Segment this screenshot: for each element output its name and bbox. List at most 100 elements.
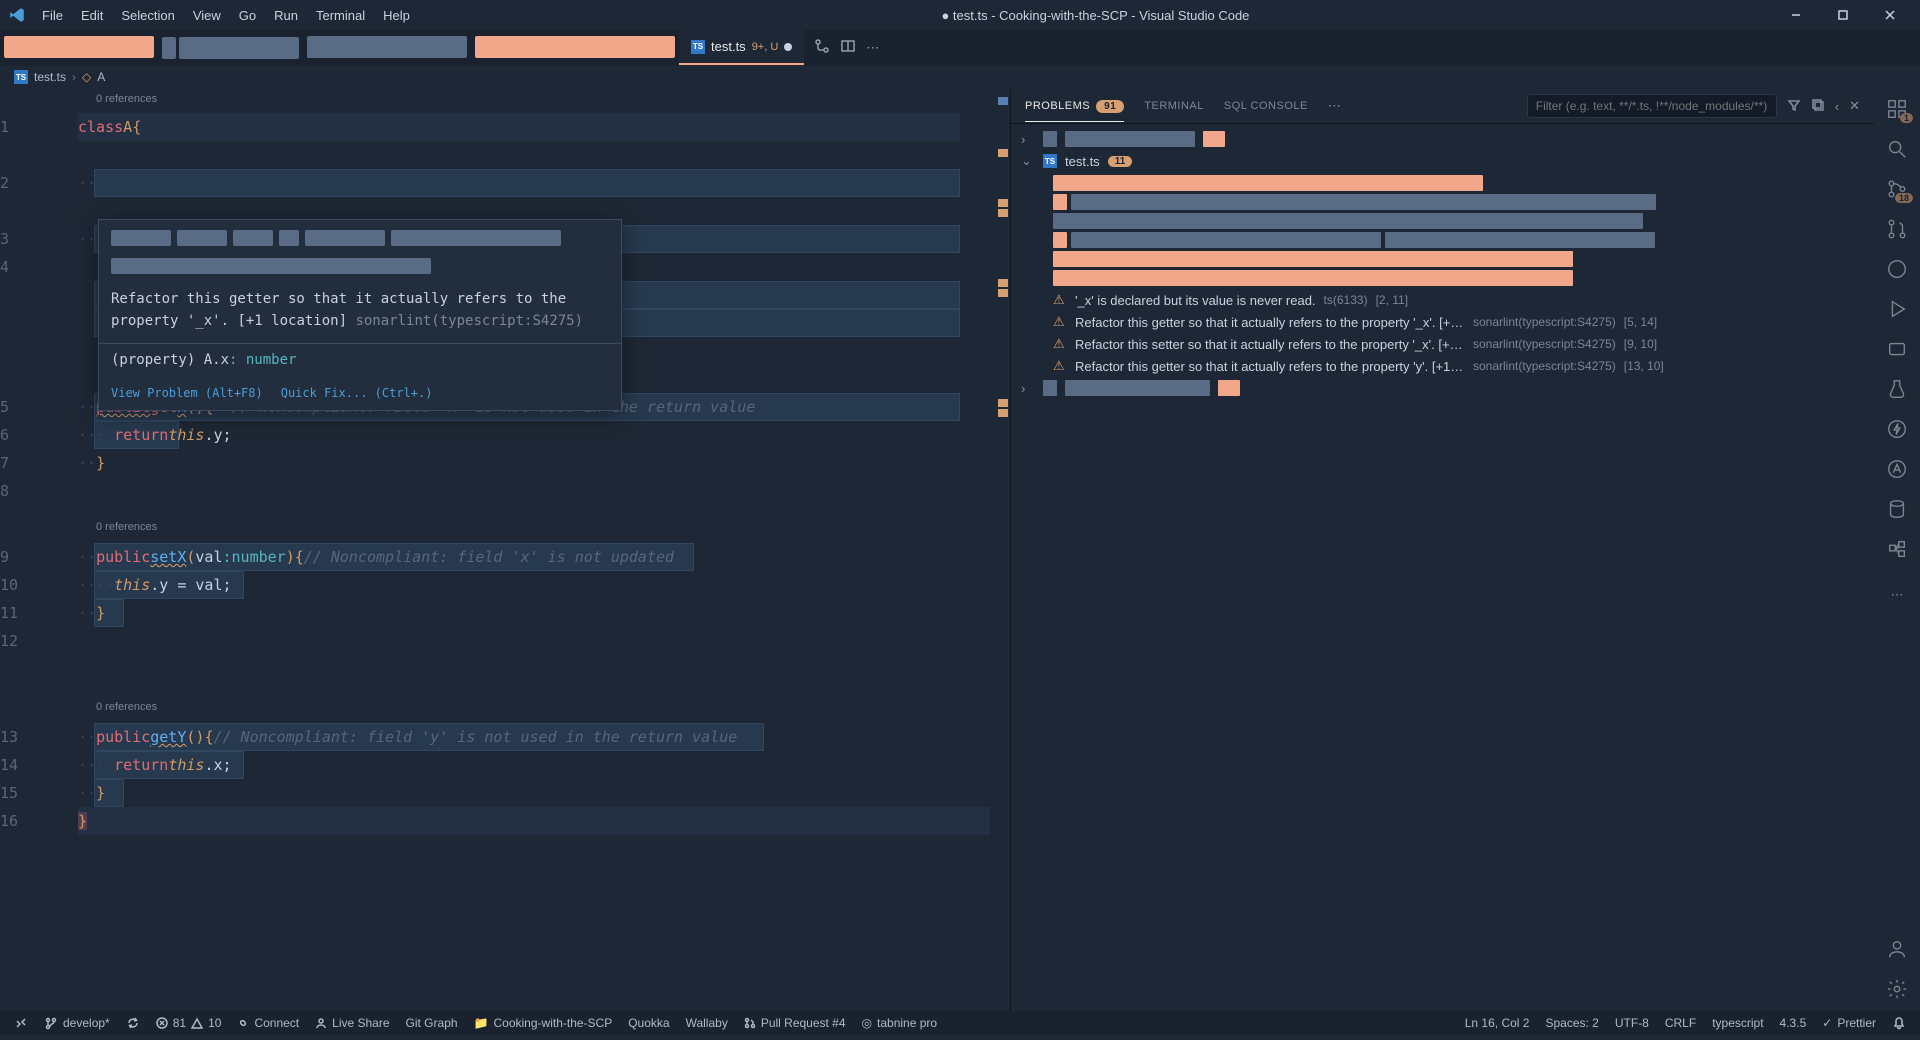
problems-summary[interactable]: 81 10 (148, 1016, 230, 1030)
more-icon[interactable]: ⋯ (866, 40, 879, 56)
typescript-file-icon: TS (691, 40, 705, 54)
close-button[interactable] (1867, 0, 1912, 30)
line-number: 6 (0, 421, 70, 449)
line-number: 14 (0, 751, 70, 779)
collapse-all-icon[interactable] (1811, 98, 1825, 115)
git-pr-icon[interactable] (1885, 217, 1909, 241)
sonarlint-connect[interactable]: Connect (229, 1016, 307, 1030)
tab-diff-stats: 9+, U (752, 41, 779, 53)
account-icon[interactable] (1885, 937, 1909, 961)
sql-console-tab[interactable]: SQL CONSOLE (1224, 100, 1308, 112)
filter-icon[interactable] (1787, 98, 1801, 115)
chevron-down-icon: ⌄ (1021, 153, 1035, 169)
pr-button[interactable]: Pull Request #4 (736, 1016, 854, 1030)
more-icon[interactable]: ⋯ (1885, 583, 1909, 607)
breadcrumb-symbol[interactable]: A (97, 70, 105, 84)
chevron-right-icon: › (1021, 132, 1035, 147)
line-number: 10 (0, 571, 70, 599)
ts-version[interactable]: 4.3.5 (1772, 1016, 1815, 1030)
problems-file-count-badge: 11 (1108, 156, 1133, 167)
database-icon[interactable] (1885, 497, 1909, 521)
git-branch[interactable]: develop* (36, 1016, 118, 1030)
split-editor-icon[interactable] (840, 38, 856, 57)
problem-item[interactable]: ⚠ Refactor this setter so that it actual… (1011, 333, 1874, 355)
menu-go[interactable]: Go (231, 4, 264, 27)
problem-item[interactable]: ⚠ Refactor this getter so that it actual… (1011, 311, 1874, 333)
problems-file-collapsed[interactable]: › (1011, 377, 1874, 399)
maximize-button[interactable] (1820, 0, 1865, 30)
minimize-button[interactable] (1773, 0, 1818, 30)
line-number: 5 (0, 393, 70, 421)
codelens-link[interactable]: 0 references (96, 93, 157, 105)
problems-list[interactable]: › ⌄ TS test.ts 11 ⚠ '_x' is declared but (1011, 124, 1874, 1011)
tab-bar-actions: ⋯ (804, 30, 889, 65)
tab-redacted[interactable] (4, 36, 154, 58)
thunder-icon[interactable] (1885, 417, 1909, 441)
problems-file-expanded[interactable]: ⌄ TS test.ts 11 (1011, 150, 1874, 172)
wallaby-button[interactable]: Wallaby (678, 1016, 736, 1030)
overview-ruler[interactable] (994, 89, 1010, 1011)
quokka-button[interactable]: Quokka (620, 1016, 677, 1030)
problems-tab[interactable]: PROBLEMS91 (1025, 100, 1124, 122)
remote-indicator[interactable] (6, 1016, 36, 1030)
menu-terminal[interactable]: Terminal (308, 4, 373, 27)
testing-icon[interactable] (1885, 377, 1909, 401)
remote-icon[interactable] (1885, 337, 1909, 361)
a-circle-icon[interactable] (1885, 457, 1909, 481)
terminal-tab[interactable]: TERMINAL (1144, 100, 1204, 112)
quick-fix-link[interactable]: Quick Fix... (Ctrl+.) (281, 386, 433, 400)
project-name[interactable]: 📁 Cooking-with-the-SCP (466, 1016, 621, 1030)
tab-active-test-ts[interactable]: TS test.ts 9+, U (679, 30, 804, 65)
diagnostic-hover-popup: Refactor this getter so that it actually… (98, 219, 622, 411)
notifications-icon[interactable] (1884, 1016, 1914, 1030)
language-mode[interactable]: typescript (1704, 1016, 1771, 1030)
menu-file[interactable]: File (34, 4, 71, 27)
line-number: 16 (0, 807, 70, 835)
menu-run[interactable]: Run (266, 4, 306, 27)
close-icon[interactable]: ✕ (1849, 98, 1860, 114)
tab-redacted[interactable] (307, 36, 467, 58)
bottom-panel: PROBLEMS91 TERMINAL SQL CONSOLE ⋯ ‹ ✕ › … (1010, 89, 1874, 1011)
breadcrumb-file[interactable]: test.ts (34, 70, 66, 84)
indentation[interactable]: Spaces: 2 (1537, 1016, 1606, 1030)
diff-icon[interactable] (814, 38, 830, 57)
gitgraph-button[interactable]: Git Graph (398, 1016, 466, 1030)
line-number: 13 (0, 723, 70, 751)
codelens-link[interactable]: 0 references (96, 701, 157, 713)
menu-edit[interactable]: Edit (73, 4, 111, 27)
line-number: 8 (0, 477, 70, 505)
liveshare-button[interactable]: Live Share (307, 1016, 397, 1030)
tabnine-button[interactable]: ◎ tabnine pro (854, 1016, 946, 1030)
search-icon[interactable] (1885, 137, 1909, 161)
menu-view[interactable]: View (185, 4, 229, 27)
problems-filter-input[interactable] (1527, 94, 1777, 118)
problems-file-collapsed[interactable]: › (1011, 128, 1874, 150)
source-control-icon[interactable]: 18 (1885, 177, 1909, 201)
settings-gear-icon[interactable] (1885, 977, 1909, 1001)
chevron-left-icon[interactable]: ‹ (1835, 99, 1839, 114)
extensions-icon[interactable]: 1 (1885, 97, 1909, 121)
sync-button[interactable] (118, 1016, 148, 1030)
references-icon[interactable] (1885, 537, 1909, 561)
line-number: 1 (0, 113, 70, 141)
eol[interactable]: CRLF (1657, 1016, 1704, 1030)
problem-item[interactable]: ⚠ Refactor this getter so that it actual… (1011, 355, 1874, 377)
info-icon: ⚠ (1053, 292, 1067, 308)
breadcrumb[interactable]: TS test.ts › ◇ A (0, 65, 1920, 89)
debug-icon[interactable] (1885, 297, 1909, 321)
github-icon[interactable] (1885, 257, 1909, 281)
codelens-link[interactable]: 0 references (96, 521, 157, 533)
tab-modified-dot-icon (784, 43, 792, 51)
tab-redacted[interactable] (475, 36, 675, 58)
encoding[interactable]: UTF-8 (1607, 1016, 1657, 1030)
activity-bar: 1 18 ⋯ (1874, 89, 1920, 1011)
menu-help[interactable]: Help (375, 4, 418, 27)
cursor-position[interactable]: Ln 16, Col 2 (1457, 1016, 1538, 1030)
prettier-button[interactable]: ✓ Prettier (1814, 1016, 1884, 1030)
menu-selection[interactable]: Selection (113, 4, 182, 27)
problem-item[interactable]: ⚠ '_x' is declared but its value is neve… (1011, 289, 1874, 311)
view-problem-link[interactable]: View Problem (Alt+F8) (111, 386, 263, 400)
tab-redacted[interactable] (179, 37, 299, 59)
code-editor[interactable]: 0 references 1 2 3 4 5 6 7 8 9 10 11 12 … (0, 89, 1010, 1011)
line-number: 15 (0, 779, 70, 807)
